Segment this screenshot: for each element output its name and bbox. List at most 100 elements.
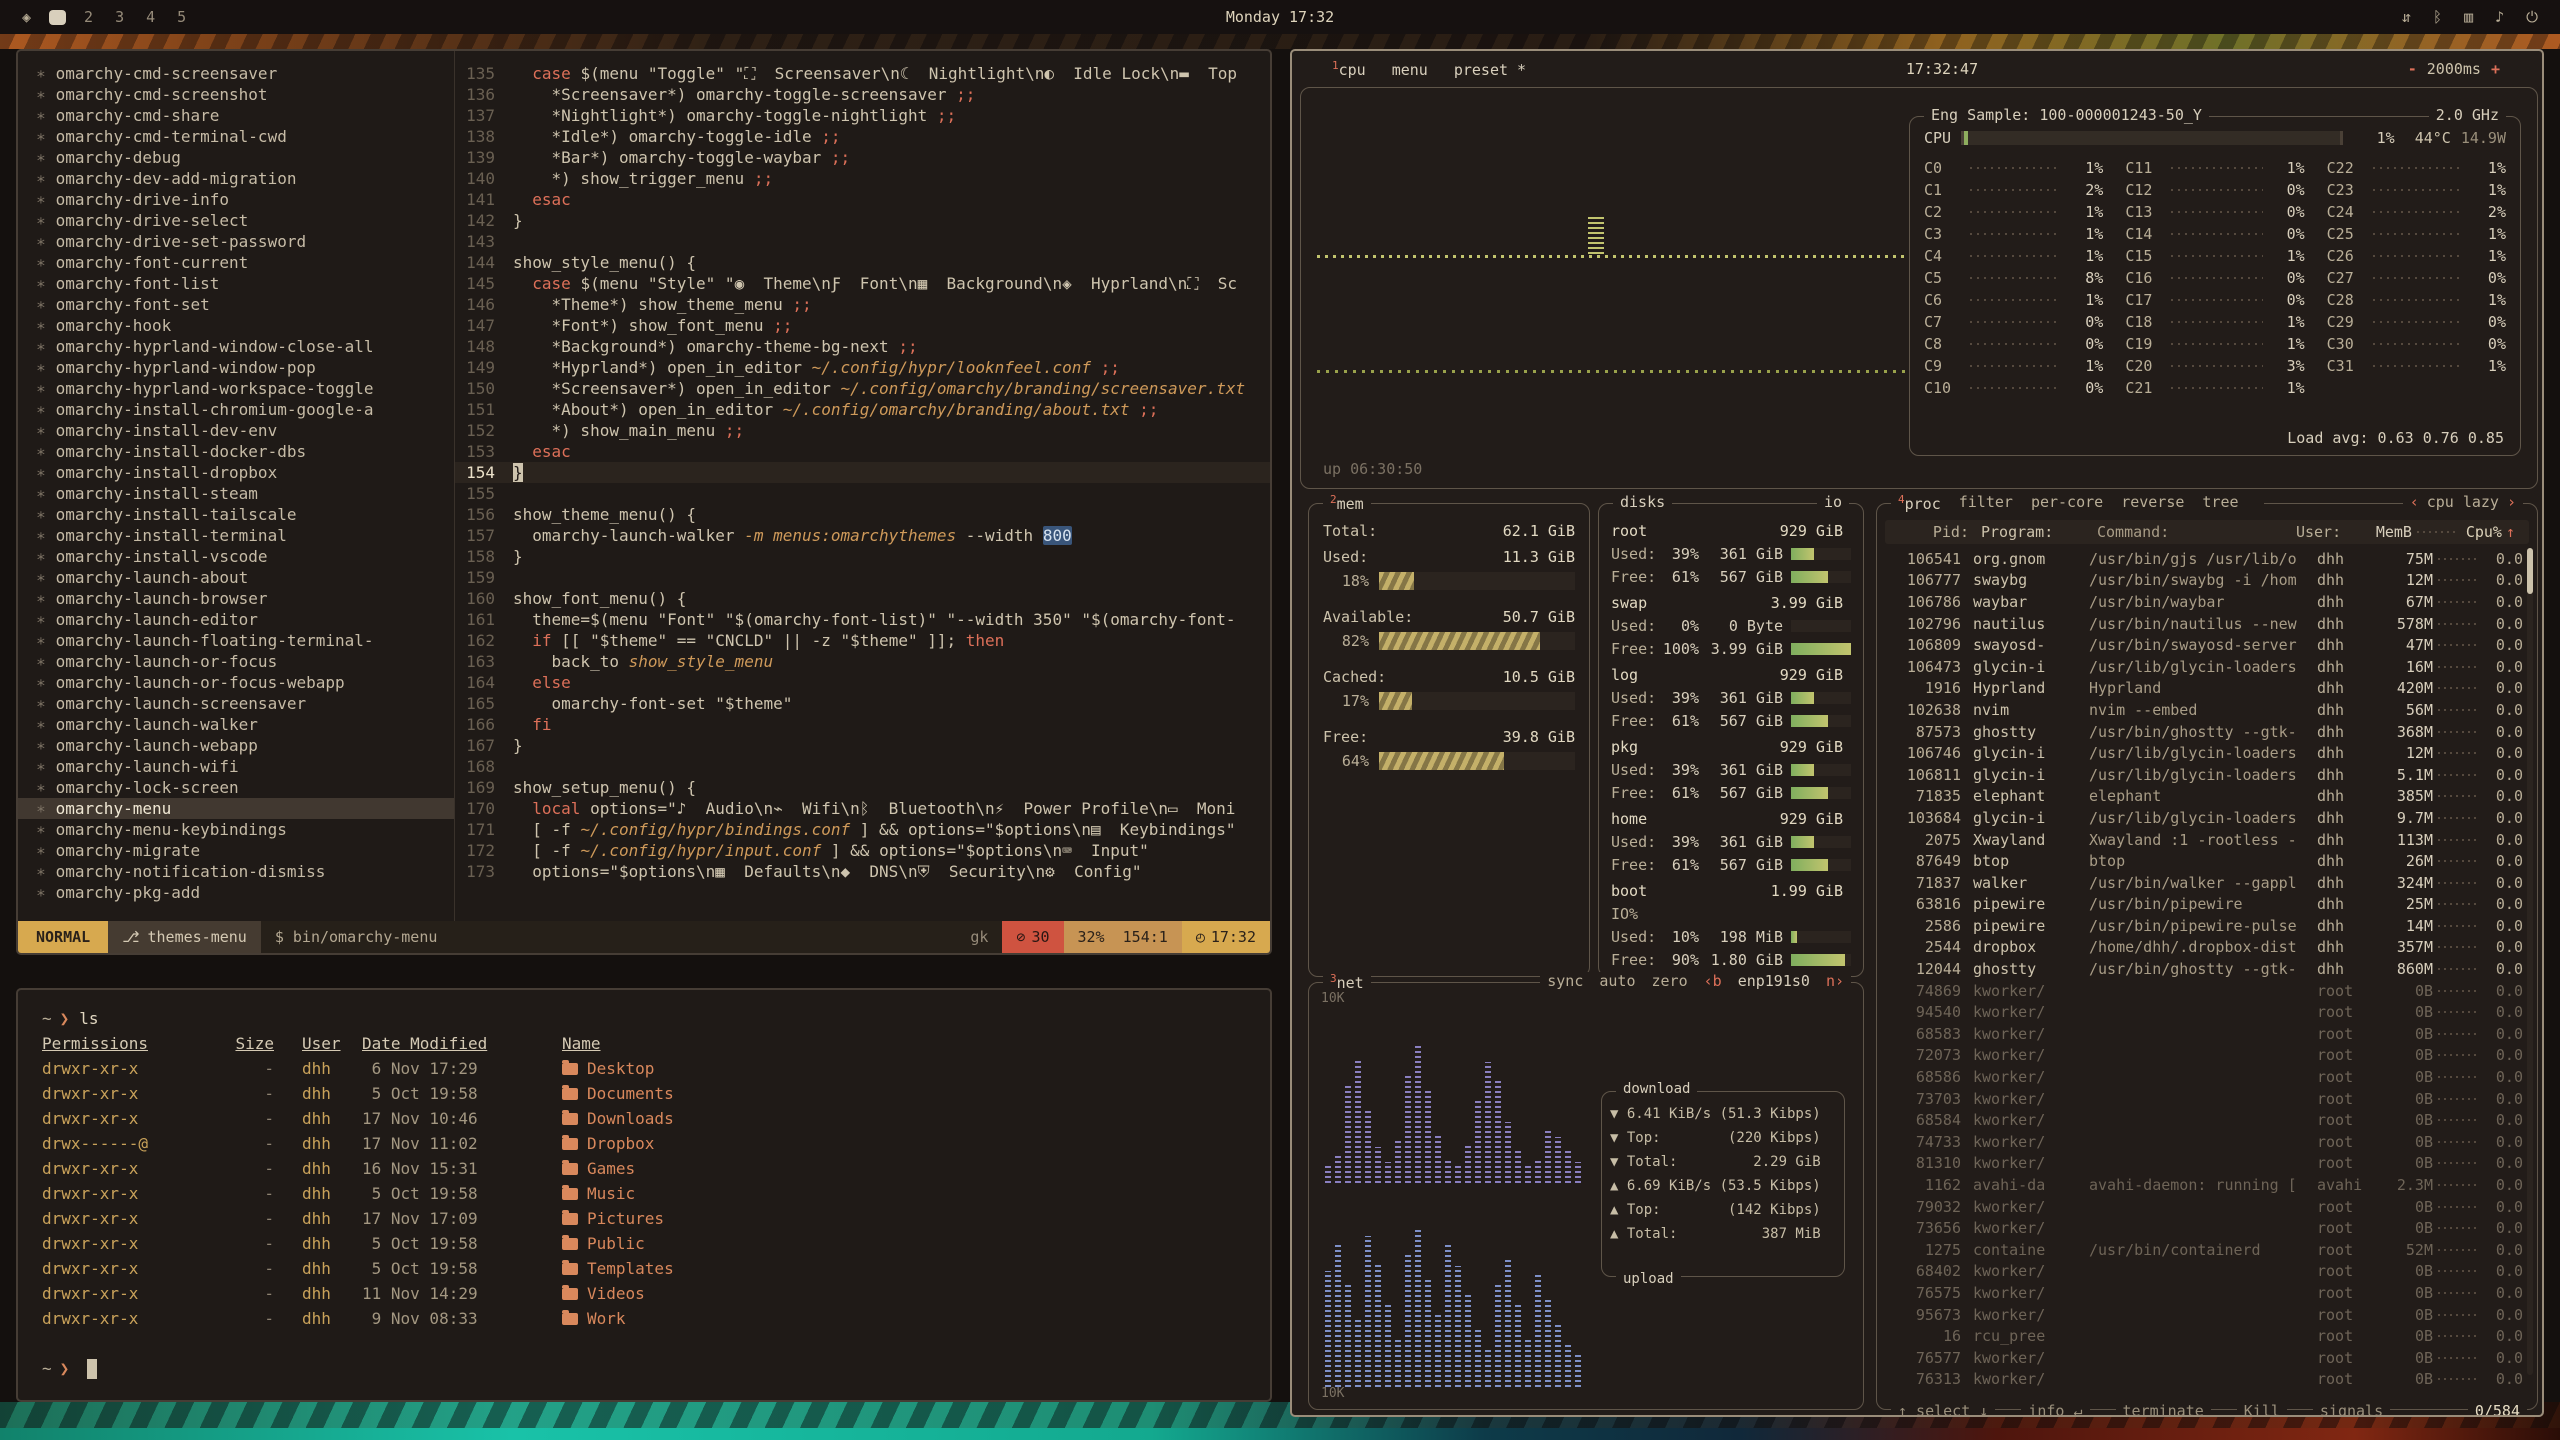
terminal-window[interactable]: ~ ❯ ls Permissions Size User Date Modifi… [16,988,1272,1402]
file-tree-item[interactable]: ∗ omarchy-install-dev-env [18,420,454,441]
file-tree-item[interactable]: ∗ omarchy-cmd-screensaver [18,63,454,84]
process-row[interactable]: 2075 Xwayland Xwayland :1 -rootless - dh… [1877,829,2537,851]
workspace-button[interactable]: 3 [115,8,124,26]
file-tree-item[interactable]: ∗ omarchy-launch-walker [18,714,454,735]
btop-tab[interactable]: preset * [1454,59,1526,79]
power-icon[interactable]: ⏻ [2526,8,2538,26]
file-tree-item[interactable]: ∗ omarchy-font-current [18,252,454,273]
file-tree-item[interactable]: ∗ omarchy-launch-about [18,567,454,588]
sort-next-button[interactable]: › [2507,493,2516,511]
file-tree-item[interactable]: ∗ omarchy-debug [18,147,454,168]
code-editor[interactable]: 135 case $(menu "Toggle" "⛶ Screensaver\… [454,51,1270,921]
process-row[interactable]: 1275 containe /usr/bin/containerd root 5… [1877,1239,2537,1261]
workspace-button[interactable]: 5 [177,8,186,26]
process-row[interactable]: 79032 kworker/ root 0B 0.0 [1877,1196,2537,1218]
updates-icon[interactable]: ⇵ [2402,8,2411,26]
file-tree-item[interactable]: ∗ omarchy-launch-screensaver [18,693,454,714]
zero-button[interactable]: zero [1652,972,1688,990]
process-row[interactable]: 106777 swaybg /usr/bin/swaybg -i /hom dh… [1877,570,2537,592]
stats-icon[interactable]: ▥ [2464,8,2473,26]
file-tree[interactable]: ∗ omarchy-cmd-screensaver ∗ omarchy-cmd-… [18,51,454,921]
file-tree-item[interactable]: ∗ omarchy-drive-set-password [18,231,454,252]
interval-decrease-button[interactable]: - [2408,60,2417,78]
footer-hint[interactable]: info ↵ [2021,1402,2089,1417]
process-row[interactable]: 1916 Hyprland Hyprland dhh 420M 0.0 [1877,678,2537,700]
prompt-line-active[interactable]: ~ ❯ [42,1356,1246,1381]
workspace-button[interactable]: 4 [146,8,155,26]
process-row[interactable]: 106809 swayosd- /usr/bin/swayosd-server … [1877,634,2537,656]
disks-box-title[interactable]: disks [1613,493,1672,511]
col-command[interactable]: Command: [2097,523,2296,541]
footer-hint[interactable]: Kill [2237,1402,2287,1417]
workspace-button[interactable]: 2 [84,8,93,26]
process-row[interactable]: 71837 walker /usr/bin/walker --gappl dhh… [1877,872,2537,894]
file-tree-item[interactable]: ∗ omarchy-hyprland-window-close-all [18,336,454,357]
file-tree-item[interactable]: ∗ omarchy-launch-editor [18,609,454,630]
sync-button[interactable]: sync [1547,972,1583,990]
process-row[interactable]: 106541 org.gnom /usr/bin/gjs /usr/lib/o … [1877,548,2537,570]
process-row[interactable]: 74733 kworker/ root 0B 0.0 [1877,1131,2537,1153]
file-tree-item[interactable]: ∗ omarchy-menu [18,798,454,819]
file-tree-item[interactable]: ∗ omarchy-launch-webapp [18,735,454,756]
process-row[interactable]: 81310 kworker/ root 0B 0.0 [1877,1153,2537,1175]
process-row[interactable]: 1162 avahi-da avahi-daemon: running [ av… [1877,1174,2537,1196]
btop-tab[interactable]: 1cpu [1332,59,1366,79]
file-tree-item[interactable]: ∗ omarchy-install-steam [18,483,454,504]
workspace-active-indicator[interactable] [49,10,66,25]
process-row[interactable]: 73703 kworker/ root 0B 0.0 [1877,1088,2537,1110]
file-tree-item[interactable]: ∗ omarchy-install-dropbox [18,462,454,483]
footer-hint[interactable]: ↑ select ↓ [1891,1402,1995,1417]
file-tree-item[interactable]: ∗ omarchy-font-set [18,294,454,315]
iface-prev-button[interactable]: ‹b [1704,972,1722,990]
process-row[interactable]: 16 rcu_pree root 0B 0.0 [1877,1325,2537,1347]
btop-tab[interactable]: menu [1392,59,1428,79]
iface-next-button[interactable]: n› [1826,972,1844,990]
file-tree-item[interactable]: ∗ omarchy-hook [18,315,454,336]
proc-option-button[interactable]: filter [1959,493,2013,511]
process-row[interactable]: 102638 nvim nvim --embed dhh 56M 0.0 [1877,699,2537,721]
process-row[interactable]: 106811 glycin-i /usr/lib/glycin-loaders … [1877,764,2537,786]
file-tree-item[interactable]: ∗ omarchy-pkg-add [18,882,454,903]
process-row[interactable]: 68586 kworker/ root 0B 0.0 [1877,1066,2537,1088]
file-tree-item[interactable]: ∗ omarchy-cmd-screenshot [18,84,454,105]
process-row[interactable]: 76577 kworker/ root 0B 0.0 [1877,1347,2537,1369]
col-program[interactable]: Program: [1981,523,2085,541]
col-cpu[interactable]: Cpu% [2462,523,2502,541]
file-tree-item[interactable]: ∗ omarchy-drive-select [18,210,454,231]
memory-box-title[interactable]: 2mem [1323,493,1371,513]
process-scrollbar[interactable] [2527,548,2533,1375]
col-pid[interactable]: Pid: [1895,523,1969,541]
process-row[interactable]: 73656 kworker/ root 0B 0.0 [1877,1217,2537,1239]
file-tree-item[interactable]: ∗ omarchy-menu-keybindings [18,819,454,840]
process-row[interactable]: 94540 kworker/ root 0B 0.0 [1877,1001,2537,1023]
process-row[interactable]: 12044 ghostty /usr/bin/ghostty --gtk- dh… [1877,958,2537,980]
process-row[interactable]: 2544 dropbox /home/dhh/.dropbox-dist dhh… [1877,937,2537,959]
file-tree-item[interactable]: ∗ omarchy-install-terminal [18,525,454,546]
col-memb[interactable]: MemB [2360,523,2412,541]
file-tree-item[interactable]: ∗ omarchy-launch-or-focus-webapp [18,672,454,693]
process-row[interactable]: 106473 glycin-i /usr/lib/glycin-loaders … [1877,656,2537,678]
process-row[interactable]: 106786 waybar /usr/bin/waybar dhh 67M 0.… [1877,591,2537,613]
footer-hint[interactable]: signals [2313,1402,2390,1417]
process-row[interactable]: 87573 ghostty /usr/bin/ghostty --gtk- dh… [1877,721,2537,743]
process-row[interactable]: 87649 btop btop dhh 26M 0.0 [1877,850,2537,872]
process-row[interactable]: 76313 kworker/ root 0B 0.0 [1877,1369,2537,1391]
file-tree-item[interactable]: ∗ omarchy-install-chromium-google-a [18,399,454,420]
file-tree-item[interactable]: ∗ omarchy-notification-dismiss [18,861,454,882]
file-tree-item[interactable]: ∗ omarchy-dev-add-migration [18,168,454,189]
clock[interactable]: Monday 17:32 [1226,8,1334,26]
network-box-title[interactable]: 3net [1323,972,1371,992]
file-tree-item[interactable]: ∗ omarchy-install-vscode [18,546,454,567]
proc-option-button[interactable]: tree [2202,493,2238,511]
auto-button[interactable]: auto [1599,972,1635,990]
file-tree-item[interactable]: ∗ omarchy-hyprland-window-pop [18,357,454,378]
footer-hint[interactable]: terminate [2116,1402,2211,1417]
process-row[interactable]: 63816 pipewire /usr/bin/pipewire dhh 25M… [1877,894,2537,916]
file-tree-item[interactable]: ∗ omarchy-lock-screen [18,777,454,798]
file-tree-item[interactable]: ∗ omarchy-hyprland-workspace-toggle [18,378,454,399]
process-row[interactable]: 102796 nautilus /usr/bin/nautilus --new … [1877,613,2537,635]
file-tree-item[interactable]: ∗ omarchy-drive-info [18,189,454,210]
file-tree-item[interactable]: ∗ omarchy-cmd-share [18,105,454,126]
file-tree-item[interactable]: ∗ omarchy-install-tailscale [18,504,454,525]
sort-prev-button[interactable]: ‹ [2410,493,2419,511]
